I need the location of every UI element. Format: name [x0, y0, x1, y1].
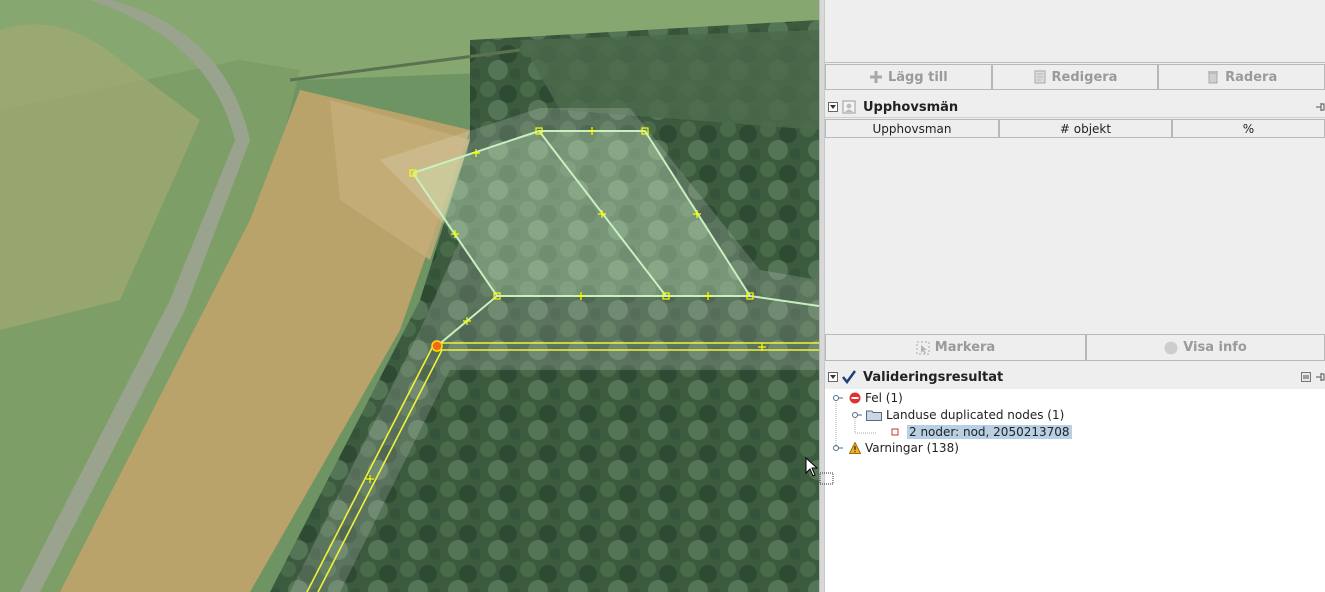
- edit-button-label: Redigera: [1051, 69, 1118, 85]
- edit-button[interactable]: Redigera: [991, 64, 1159, 90]
- warning-icon: [849, 442, 861, 454]
- authors-table-header: Upphovsman # objekt %: [825, 119, 1325, 138]
- authors-dialog-header[interactable]: Upphovsmän: [825, 97, 1325, 118]
- select-button-label: Markera: [934, 340, 996, 355]
- settings-icon[interactable]: [1301, 372, 1311, 382]
- collapse-icon[interactable]: [828, 372, 838, 382]
- tree-node-errors[interactable]: Fel (1): [833, 390, 903, 406]
- pin-icon[interactable]: [1315, 371, 1325, 383]
- authors-button-row: Markera Visa info: [825, 334, 1325, 361]
- expand-toggle-icon[interactable]: [833, 443, 843, 453]
- warnings-label: Varningar (138): [865, 441, 959, 455]
- info-icon: [1164, 341, 1178, 354]
- info-button-label: Visa info: [1183, 340, 1247, 355]
- expand-toggle-icon[interactable]: [852, 410, 862, 420]
- validation-tree[interactable]: Fel (1) Landuse duplicated nodes (1) 2 n…: [825, 389, 1325, 592]
- info-button[interactable]: Visa info: [1086, 334, 1325, 361]
- authors-icon: [842, 100, 856, 114]
- add-button-label: Lägg till: [887, 69, 948, 85]
- authors-table-body[interactable]: [825, 138, 1325, 333]
- side-panel: Lägg till Redigera Radera Upphovsmän Upp…: [825, 0, 1325, 592]
- validation-dialog-header[interactable]: Valideringsresultat: [825, 367, 1325, 387]
- authors-title: Upphovsmän: [863, 99, 959, 115]
- map-view[interactable]: [0, 0, 819, 592]
- column-header-count[interactable]: # objekt: [999, 119, 1172, 138]
- tree-node-landuse-duplicates[interactable]: Landuse duplicated nodes (1): [852, 407, 1064, 423]
- collapse-icon[interactable]: [828, 102, 838, 112]
- mouse-cursor-icon: [805, 457, 834, 485]
- add-button[interactable]: Lägg till: [825, 64, 992, 90]
- error-icon: [849, 392, 861, 404]
- checkmark-icon: [842, 370, 856, 384]
- column-header-author[interactable]: Upphovsman: [825, 119, 999, 138]
- pin-icon[interactable]: [1315, 101, 1325, 113]
- select-icon: [916, 341, 930, 354]
- validation-title: Valideringsresultat: [863, 369, 1004, 385]
- group-label: Landuse duplicated nodes (1): [886, 408, 1065, 422]
- edit-icon: [1034, 70, 1046, 84]
- aerial-imagery: [0, 0, 819, 592]
- delete-button-label: Radera: [1225, 69, 1278, 85]
- errors-label: Fel (1): [865, 391, 903, 405]
- plus-icon: [869, 71, 882, 83]
- top-list[interactable]: [825, 0, 1325, 63]
- node-icon: [891, 428, 899, 436]
- delete-button[interactable]: Radera: [1158, 64, 1325, 90]
- folder-icon: [866, 410, 882, 421]
- item-label: 2 noder: nod, 2050213708: [907, 425, 1072, 439]
- trash-icon: [1208, 71, 1219, 84]
- column-header-percent[interactable]: %: [1172, 119, 1325, 138]
- select-button[interactable]: Markera: [825, 334, 1086, 361]
- expand-toggle-icon[interactable]: [833, 393, 843, 403]
- top-button-row: Lägg till Redigera Radera: [825, 64, 1325, 90]
- tree-node-warnings[interactable]: Varningar (138): [833, 440, 959, 456]
- tree-node-item[interactable]: 2 noder: nod, 2050213708: [891, 424, 1072, 440]
